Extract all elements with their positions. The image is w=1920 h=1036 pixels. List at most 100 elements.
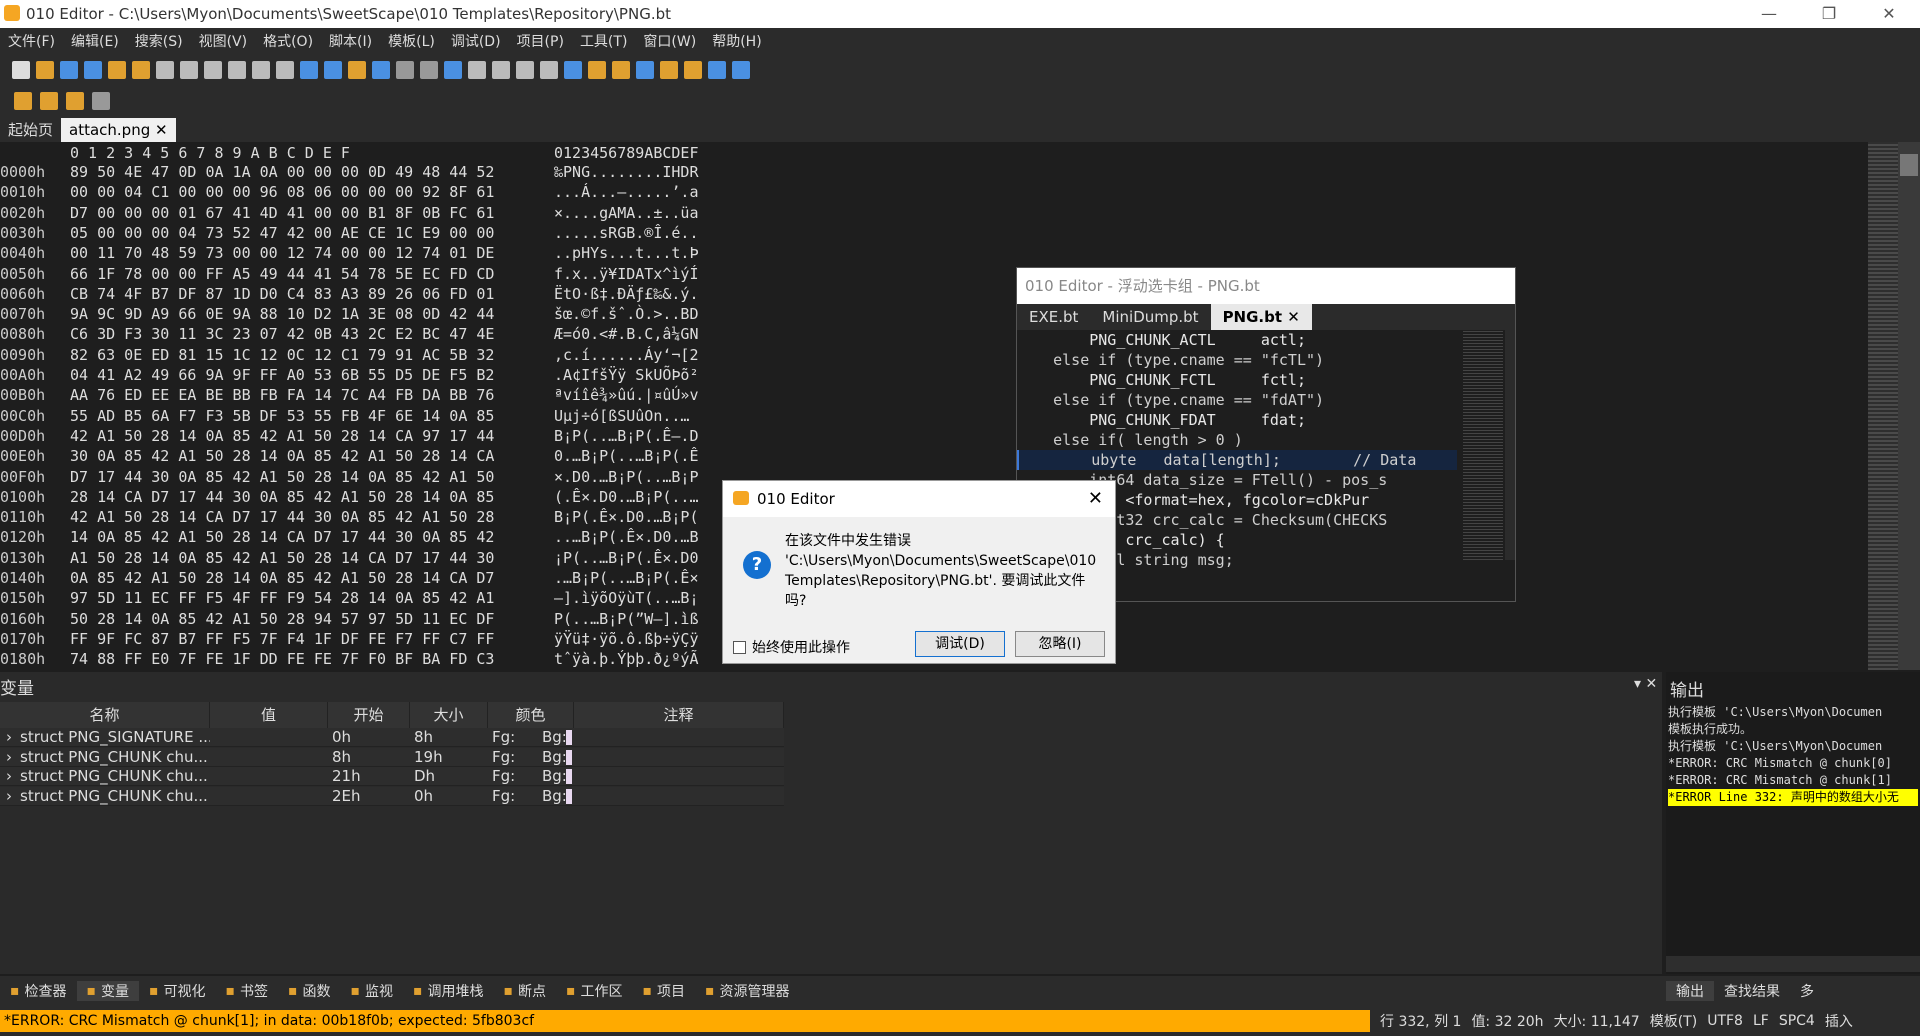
status-mode[interactable]: 模板(T)	[1650, 1011, 1697, 1031]
hex-row[interactable]: 0030h 05 00 00 00 04 73 52 47 42 00 AE CE…	[0, 223, 699, 243]
hex-row[interactable]: 0100h 28 14 CA D7 17 44 30 0A 85 42 A1 50…	[0, 487, 699, 507]
toolbar-icon[interactable]	[348, 61, 366, 79]
always-use-checkbox[interactable]: 始终使用此操作	[733, 637, 850, 657]
run-script-icon[interactable]	[66, 92, 84, 110]
hex-row[interactable]: 0140h 0A 85 42 A1 50 28 14 0A 85 42 A1 50…	[0, 568, 699, 588]
toolbar-icon[interactable]	[660, 61, 678, 79]
hex-ascii[interactable]: ×.D0.…B¡P(..…B¡P	[554, 467, 699, 487]
toolbar-icon[interactable]	[108, 61, 126, 79]
col-comment[interactable]: 注释	[574, 702, 784, 728]
hex-row[interactable]: 0120h 14 0A 85 42 A1 50 28 14 CA D7 17 44…	[0, 527, 699, 547]
status-encoding[interactable]: UTF8	[1707, 1013, 1743, 1029]
hex-row[interactable]: 00B0h AA 76 ED EE EA BE BB FB FA 14 7C A4…	[0, 385, 699, 405]
variable-row[interactable]: › struct PNG_CHUNK chu... 8h 19h Fg: Bg:	[0, 747, 784, 767]
toolbar-icon[interactable]	[132, 61, 150, 79]
hex-row[interactable]: 0020h D7 00 00 00 01 67 41 4D 41 00 00 B1…	[0, 203, 699, 223]
hex-ascii[interactable]: P(..…B¡P(”W—].ìß	[554, 609, 699, 629]
toolbar-icon[interactable]	[204, 61, 222, 79]
hex-row[interactable]: 0170h FF 9F FC 87 B7 FF F5 7F F4 1F DF FE…	[0, 629, 699, 649]
menu-item[interactable]: 调试(D)	[443, 31, 509, 51]
toolbar-icon[interactable]	[684, 61, 702, 79]
menu-item[interactable]: 窗口(W)	[635, 31, 704, 51]
bottom-tab[interactable]: ▪ 书签	[216, 981, 279, 1001]
toolbar-icon[interactable]	[84, 61, 102, 79]
hex-ascii[interactable]: šœ.©f.šˆ.Ò.>..BD	[554, 304, 699, 324]
toolbar-icon[interactable]	[324, 61, 342, 79]
hex-ascii[interactable]: f.x..ÿ¥IDATx^ìýÍ	[554, 264, 699, 284]
menu-item[interactable]: 视图(V)	[191, 31, 256, 51]
tab-start-page[interactable]: 起始页	[0, 118, 61, 142]
code-minimap[interactable]	[1463, 330, 1503, 560]
toolbar-icon[interactable]	[492, 61, 510, 79]
hex-bytes[interactable]: AA 76 ED EE EA BE BB FB FA 14 7C A4 FB D…	[70, 385, 494, 405]
hex-bytes[interactable]: 30 0A 85 42 A1 50 28 14 0A 85 42 A1 50 2…	[70, 446, 494, 466]
edit-template-icon[interactable]	[40, 92, 58, 110]
hex-ascii[interactable]: ..…B¡P(.Ê×.D0.…B	[554, 527, 699, 547]
hex-bytes[interactable]: A1 50 28 14 0A 85 42 A1 50 28 14 CA D7 1…	[70, 548, 494, 568]
col-size[interactable]: 大小	[410, 702, 488, 728]
hex-row[interactable]: 00D0h 42 A1 50 28 14 0A 85 42 A1 50 28 14…	[0, 426, 699, 446]
toolbar-icon[interactable]	[564, 61, 582, 79]
debug-button[interactable]: 调试(D)	[915, 631, 1005, 657]
toolbar-icon[interactable]	[12, 61, 30, 79]
toolbar-icon[interactable]	[156, 61, 174, 79]
minimize-button[interactable]: —	[1746, 0, 1792, 28]
hex-scrollbar[interactable]	[1868, 142, 1920, 670]
output-log[interactable]: 执行模板 'C:\Users\Myon\Documen 模板执行成功。 执行模板 '…	[1668, 704, 1918, 806]
menu-item[interactable]: 格式(O)	[255, 31, 321, 51]
toolbar-icon[interactable]	[372, 61, 390, 79]
toolbar-icon[interactable]	[420, 61, 438, 79]
hex-row[interactable]: 00A0h 04 41 A2 49 66 9A 9F FF A0 53 6B 55…	[0, 365, 699, 385]
bottom-tab[interactable]: ▪ 可视化	[139, 981, 216, 1001]
bottom-tab[interactable]: ▪ 调用堆栈	[403, 981, 494, 1001]
hex-ascii[interactable]: ..pHYs...t...t.Þ	[554, 243, 699, 263]
hex-bytes[interactable]: 0A 85 42 A1 50 28 14 0A 85 42 A1 50 28 1…	[70, 568, 494, 588]
hex-bytes[interactable]: D7 00 00 00 01 67 41 4D 41 00 00 B1 8F 0…	[70, 203, 494, 223]
hex-ascii[interactable]: Æ=ó0.<#.B.C,â¼GN	[554, 324, 699, 344]
panel-options-icon[interactable]: ▾ ✕	[1634, 676, 1657, 692]
toolbar-icon[interactable]	[444, 61, 462, 79]
menu-item[interactable]: 帮助(H)	[704, 31, 769, 51]
hex-ascii[interactable]: U­µj÷ó[ßSUûOn..…	[554, 406, 689, 426]
hex-row[interactable]: 0160h 50 28 14 0A 85 42 A1 50 28 94 57 97…	[0, 609, 699, 629]
hex-row[interactable]: 0070h 9A 9C 9D A9 66 0E 9A 88 10 D2 1A 3E…	[0, 304, 699, 324]
menu-item[interactable]: 项目(P)	[509, 31, 572, 51]
hex-ascii[interactable]: .A¢IfšŸÿ SkUÕÞõ²	[554, 365, 699, 385]
dialog-close-icon[interactable]: ✕	[1088, 481, 1103, 517]
maximize-button[interactable]: ❐	[1806, 0, 1852, 28]
menu-item[interactable]: 脚本(I)	[321, 31, 380, 51]
bottom-tab[interactable]: ▪ 资源管理器	[695, 981, 800, 1001]
output-hscrollbar[interactable]	[1666, 956, 1920, 972]
hex-row[interactable]: 0080h C6 3D F3 30 11 3C 23 07 42 0B 43 2C…	[0, 324, 699, 344]
menu-item[interactable]: 文件(F)	[0, 31, 63, 51]
toolbar-icon[interactable]	[708, 61, 726, 79]
toolbar-icon[interactable]	[228, 61, 246, 79]
expand-icon[interactable]: ›	[6, 787, 12, 806]
code-scrollbar[interactable]	[1505, 330, 1515, 560]
hex-ascii[interactable]: ×....gAMA..±..üa	[554, 203, 699, 223]
hex-bytes[interactable]: 42 A1 50 28 14 CA D7 17 44 30 0A 85 42 A…	[70, 507, 494, 527]
right-tab[interactable]: 输出	[1666, 981, 1714, 1001]
hex-row[interactable]: 0010h 00 00 04 C1 00 00 00 96 08 06 00 00…	[0, 182, 699, 202]
hex-bytes[interactable]: 05 00 00 00 04 73 52 47 42 00 AE CE 1C E…	[70, 223, 494, 243]
hex-ascii[interactable]: tˆÿà.þ.Ýþþ.ð¿ºýÃ	[554, 649, 699, 669]
toolbar-icon[interactable]	[612, 61, 630, 79]
menu-item[interactable]: 模板(L)	[380, 31, 443, 51]
hex-bytes[interactable]: 42 A1 50 28 14 0A 85 42 A1 50 28 14 CA 9…	[70, 426, 494, 446]
bottom-tab[interactable]: ▪ 检查器	[0, 981, 77, 1001]
close-button[interactable]: ✕	[1866, 0, 1912, 28]
tab-png-bt[interactable]: PNG.bt ✕	[1210, 304, 1312, 330]
menu-item[interactable]: 搜索(S)	[127, 31, 191, 51]
expand-icon[interactable]: ›	[6, 748, 12, 767]
hex-ascii[interactable]: 0.…B¡P(..…B¡P(.Ê	[554, 446, 699, 466]
checkbox-box[interactable]	[733, 640, 746, 654]
hex-bytes[interactable]: 82 63 0E ED 81 15 1C 12 0C 12 C1 79 91 A…	[70, 345, 494, 365]
toolbar-icon[interactable]	[180, 61, 198, 79]
toolbar-icon[interactable]	[468, 61, 486, 79]
hex-bytes[interactable]: 14 0A 85 42 A1 50 28 14 CA D7 17 44 30 0…	[70, 527, 494, 547]
toolbar-icon[interactable]	[276, 61, 294, 79]
run-template-icon[interactable]	[14, 92, 32, 110]
hex-row[interactable]: 00C0h 55 AD B5 6A F7 F3 5B DF 53 55 FB 4F…	[0, 406, 689, 426]
edit-script-icon[interactable]	[92, 92, 110, 110]
tab-attach-png[interactable]: attach.png ✕	[61, 118, 176, 142]
